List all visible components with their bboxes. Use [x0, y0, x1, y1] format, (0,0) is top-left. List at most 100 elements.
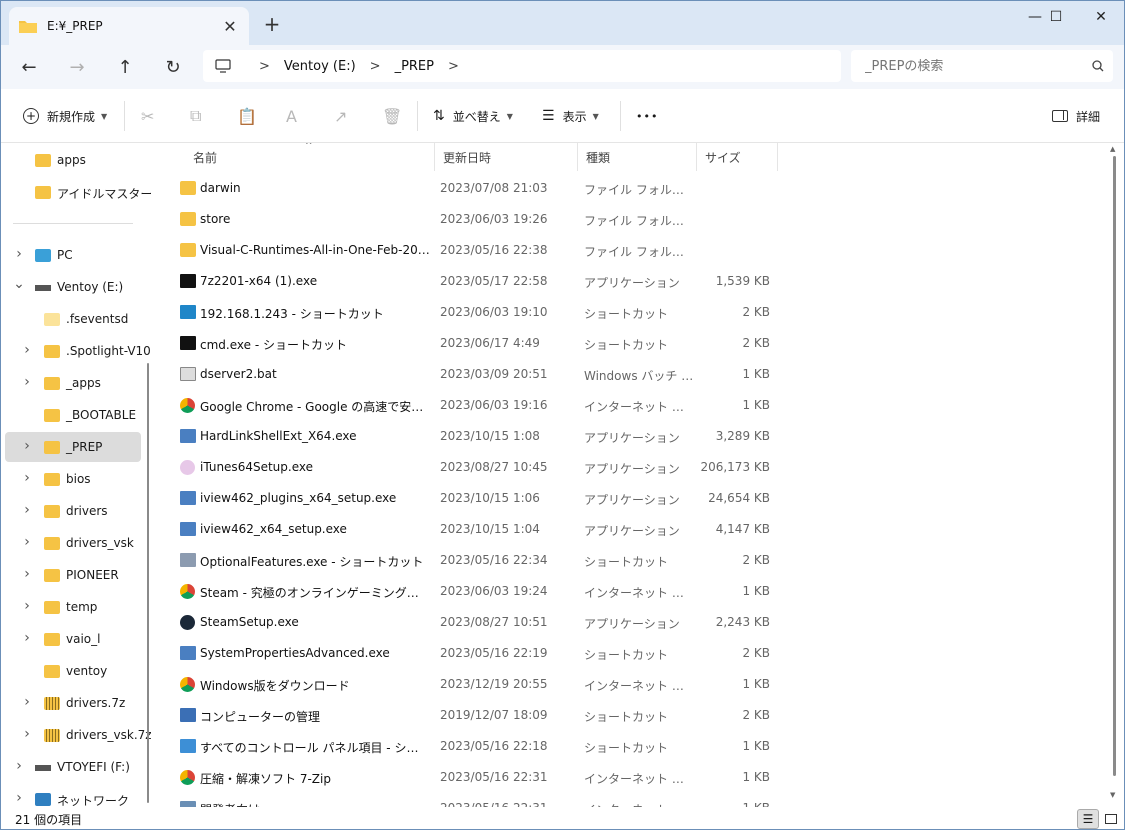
address-toolbar: ← → ↑ ↻ > Ventoy (E:) > _PREP >	[1, 45, 1124, 89]
file-type: アプリケーション	[584, 617, 680, 631]
chevron-right-icon[interactable]: ›	[21, 470, 33, 486]
sidebar-item-tree[interactable]: ⌄ Ventoy (E:)	[1, 272, 151, 302]
view-button[interactable]: ☰ 表示 ▼	[542, 101, 599, 131]
share-icon[interactable]: ↗	[334, 101, 347, 131]
search-input[interactable]	[865, 58, 1083, 74]
view-icon: ☰	[542, 108, 555, 124]
details-view-button[interactable]: ☰	[1077, 809, 1099, 829]
delete-icon[interactable]: 🗑	[382, 101, 402, 131]
sidebar-item-label: ventoy	[66, 664, 108, 678]
sidebar-item-tree[interactable]: › drivers_vsk	[1, 528, 151, 558]
sidebar-item-tree[interactable]: › drivers_vsk.7z	[1, 720, 151, 750]
table-row[interactable]: コンピューターの管理 2019/12/07 18:09 ショートカット 2 KB	[159, 700, 779, 731]
sidebar-item-tree[interactable]: › _apps	[1, 368, 151, 398]
scroll-down-icon[interactable]: ▼	[1110, 791, 1115, 799]
table-row[interactable]: iTunes64Setup.exe 2023/08/27 10:45 アプリケーショ…	[159, 452, 779, 483]
scroll-up-icon[interactable]: ▲	[1110, 145, 1115, 153]
sidebar-item-tree[interactable]: › temp	[1, 592, 151, 622]
sidebar-item-tree[interactable]: › bios	[1, 464, 151, 494]
tab-prep[interactable]: E:¥_PREP ✕	[9, 7, 249, 45]
column-header-name[interactable]: 名前	[185, 143, 435, 171]
sort-button[interactable]: ⇅ 並べ替え ▼	[433, 101, 513, 131]
table-row[interactable]: SystemPropertiesAdvanced.exe 2023/05/16 2…	[159, 638, 779, 669]
sidebar-item-tree[interactable]: › PIONEER	[1, 560, 151, 590]
sidebar-item-tree[interactable]: › ネットワーク	[1, 784, 151, 807]
file-date: 2023/05/16 22:19	[440, 646, 548, 660]
sidebar-scrollbar[interactable]	[147, 363, 149, 803]
search-box[interactable]	[851, 50, 1113, 82]
breadcrumb-prep[interactable]: _PREP	[395, 59, 434, 74]
column-header-size[interactable]: サイズ	[697, 143, 778, 171]
sidebar-item-tree[interactable]: › PC	[1, 240, 151, 270]
content-scrollbar[interactable]	[1113, 156, 1116, 776]
table-row[interactable]: store 2023/06/03 19:26 ファイル フォルダー	[159, 204, 779, 235]
sidebar-item-tree[interactable]: › drivers	[1, 496, 151, 526]
chevron-right-icon[interactable]: ›	[21, 534, 33, 550]
address-bar[interactable]: > Ventoy (E:) > _PREP >	[203, 50, 841, 82]
table-row[interactable]: 圧縮・解凍ソフト 7-Zip 2023/05/16 22:31 インターネット ショ…	[159, 762, 779, 793]
refresh-button[interactable]: ↻	[156, 51, 190, 83]
maximize-button[interactable]: ☐	[1033, 1, 1079, 33]
chevron-right-icon[interactable]: ›	[13, 758, 25, 774]
chevron-right-icon[interactable]: ›	[21, 630, 33, 646]
breadcrumb-ventoy[interactable]: Ventoy (E:)	[284, 59, 356, 74]
sidebar-item-tree[interactable]: › VTOYEFI (F:)	[1, 752, 151, 782]
details-pane-button[interactable]: 詳細	[1052, 101, 1100, 131]
chevron-right-icon[interactable]: ›	[21, 694, 33, 710]
back-button[interactable]: ←	[12, 51, 46, 83]
new-tab-button[interactable]: +	[259, 11, 285, 37]
chevron-down-icon[interactable]: ⌄	[13, 276, 25, 292]
sidebar-item-tree[interactable]: _BOOTABLE	[1, 400, 151, 430]
up-button[interactable]: ↑	[108, 51, 142, 83]
table-row[interactable]: SteamSetup.exe 2023/08/27 10:51 アプリケーション 2,…	[159, 607, 779, 638]
sidebar-item-tree[interactable]: .fseventsd	[1, 304, 151, 334]
table-row[interactable]: Google Chrome - Google の高速で安全なブラウザ 2023/0…	[159, 390, 779, 421]
chevron-right-icon[interactable]: ›	[21, 598, 33, 614]
table-row[interactable]: iview462_plugins_x64_setup.exe 2023/10/15…	[159, 483, 779, 514]
chevron-right-icon[interactable]: ›	[13, 790, 25, 806]
tiles-view-button[interactable]	[1100, 809, 1122, 829]
close-tab-icon[interactable]: ✕	[215, 11, 245, 41]
folder-icon	[180, 243, 196, 257]
sidebar-item-tree[interactable]: ventoy	[1, 656, 151, 686]
sidebar-item-tree[interactable]: › vaio_l	[1, 624, 151, 654]
sidebar-item-tree[interactable]: › drivers.7z	[1, 688, 151, 718]
table-row[interactable]: darwin 2023/07/08 21:03 ファイル フォルダー	[159, 173, 779, 204]
sidebar-item-idolmaster[interactable]: アイドルマスター ミ	[1, 177, 151, 207]
column-header-type[interactable]: 種類	[578, 143, 697, 171]
chevron-right-icon[interactable]: ›	[13, 246, 25, 262]
sidebar-item-apps[interactable]: apps	[1, 145, 151, 175]
table-row[interactable]: Windows版をダウンロード 2023/12/19 20:55 インターネット シ…	[159, 669, 779, 700]
table-row[interactable]: dserver2.bat 2023/03/09 20:51 Windows バッチ …	[159, 359, 779, 390]
table-row[interactable]: Steam - 究極のオンラインゲーミングプラットフォーム 2023/06/03 …	[159, 576, 779, 607]
close-window-button[interactable]: ✕	[1078, 1, 1124, 33]
forward-button[interactable]: →	[60, 51, 94, 83]
new-button[interactable]: + 新規作成 ▼	[23, 101, 107, 131]
sidebar-item-tree[interactable]: › _PREP	[5, 432, 141, 462]
table-row[interactable]: iview462_x64_setup.exe 2023/10/15 1:04 アプリ…	[159, 514, 779, 545]
table-row[interactable]: 7z2201-x64 (1).exe 2023/05/17 22:58 アプリケーシ…	[159, 266, 779, 297]
table-row[interactable]: OptionalFeatures.exe - ショートカット 2023/05/16…	[159, 545, 779, 576]
chevron-right-icon[interactable]: ›	[21, 566, 33, 582]
more-button[interactable]: •••	[636, 101, 658, 131]
sidebar-item-tree[interactable]: › .Spotlight-V100	[1, 336, 151, 366]
chevron-right-icon[interactable]: ›	[21, 342, 33, 358]
search-icon[interactable]	[1083, 59, 1113, 73]
table-row[interactable]: cmd.exe - ショートカット 2023/06/17 4:49 ショートカット 2…	[159, 328, 779, 359]
batch-file-icon	[180, 367, 196, 381]
chevron-right-icon[interactable]: ›	[21, 438, 33, 454]
rename-icon[interactable]: A	[286, 101, 297, 131]
table-row[interactable]: 開発者向け2023/05/16 22:31インターネット ショートカット1 KB	[159, 793, 779, 807]
table-row[interactable]: 192.168.1.243 - ショートカット 2023/06/03 19:10 シ…	[159, 297, 779, 328]
table-row[interactable]: Visual-C-Runtimes-All-in-One-Feb-2023 202…	[159, 235, 779, 266]
chevron-right-icon[interactable]: ›	[21, 726, 33, 742]
cut-icon[interactable]: ✂	[141, 101, 154, 131]
file-size: 1 KB	[742, 739, 770, 753]
table-row[interactable]: すべてのコントロール パネル項目 - ショートカット 2023/05/16 22:…	[159, 731, 779, 762]
chevron-right-icon[interactable]: ›	[21, 502, 33, 518]
chevron-right-icon[interactable]: ›	[21, 374, 33, 390]
copy-icon[interactable]: ⧉	[190, 101, 201, 131]
table-row[interactable]: HardLinkShellExt_X64.exe 2023/10/15 1:08 ア…	[159, 421, 779, 452]
paste-icon[interactable]: 📋	[237, 101, 257, 131]
column-header-date[interactable]: 更新日時	[435, 143, 578, 171]
